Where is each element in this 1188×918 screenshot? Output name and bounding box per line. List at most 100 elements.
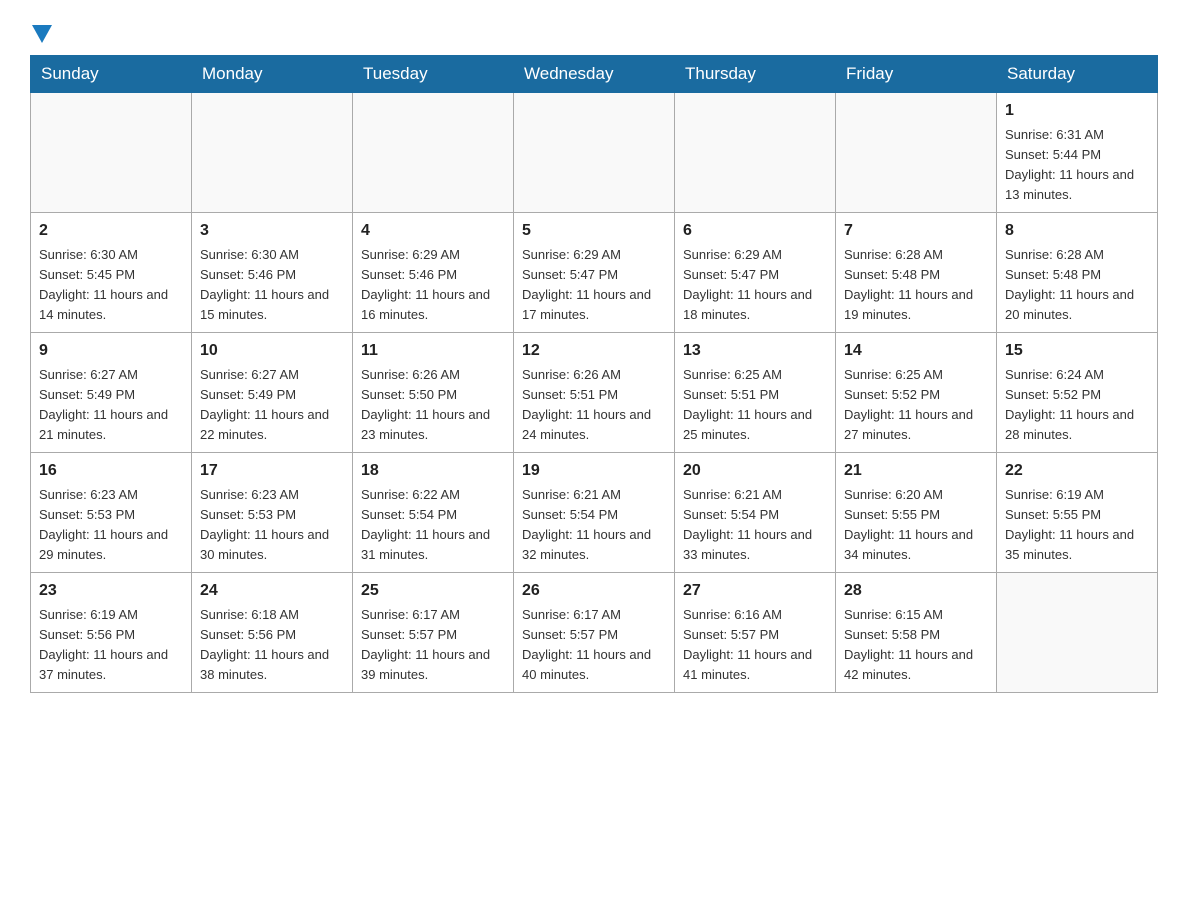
day-number: 10: [200, 339, 344, 363]
logo: [30, 20, 52, 45]
day-number: 9: [39, 339, 183, 363]
day-info: Sunrise: 6:15 AM Sunset: 5:58 PM Dayligh…: [844, 605, 988, 686]
calendar-cell: 13Sunrise: 6:25 AM Sunset: 5:51 PM Dayli…: [675, 333, 836, 453]
calendar-cell: 20Sunrise: 6:21 AM Sunset: 5:54 PM Dayli…: [675, 453, 836, 573]
day-number: 13: [683, 339, 827, 363]
calendar-cell: [192, 93, 353, 213]
weekday-header-tuesday: Tuesday: [353, 56, 514, 93]
calendar-cell: 27Sunrise: 6:16 AM Sunset: 5:57 PM Dayli…: [675, 573, 836, 693]
day-number: 22: [1005, 459, 1149, 483]
weekday-header-saturday: Saturday: [997, 56, 1158, 93]
calendar-cell: 14Sunrise: 6:25 AM Sunset: 5:52 PM Dayli…: [836, 333, 997, 453]
calendar-cell: [353, 93, 514, 213]
day-number: 18: [361, 459, 505, 483]
calendar-cell: 2Sunrise: 6:30 AM Sunset: 5:45 PM Daylig…: [31, 213, 192, 333]
calendar-cell: 24Sunrise: 6:18 AM Sunset: 5:56 PM Dayli…: [192, 573, 353, 693]
weekday-header-sunday: Sunday: [31, 56, 192, 93]
day-number: 21: [844, 459, 988, 483]
day-number: 26: [522, 579, 666, 603]
day-number: 27: [683, 579, 827, 603]
day-info: Sunrise: 6:17 AM Sunset: 5:57 PM Dayligh…: [361, 605, 505, 686]
calendar-cell: 3Sunrise: 6:30 AM Sunset: 5:46 PM Daylig…: [192, 213, 353, 333]
day-info: Sunrise: 6:29 AM Sunset: 5:47 PM Dayligh…: [683, 245, 827, 326]
weekday-header-monday: Monday: [192, 56, 353, 93]
calendar-cell: 5Sunrise: 6:29 AM Sunset: 5:47 PM Daylig…: [514, 213, 675, 333]
day-number: 4: [361, 219, 505, 243]
day-info: Sunrise: 6:27 AM Sunset: 5:49 PM Dayligh…: [39, 365, 183, 446]
calendar-cell: [31, 93, 192, 213]
calendar-cell: 17Sunrise: 6:23 AM Sunset: 5:53 PM Dayli…: [192, 453, 353, 573]
logo-blue-part: [30, 25, 52, 45]
logo-triangle-icon: [32, 25, 52, 43]
calendar-cell: 23Sunrise: 6:19 AM Sunset: 5:56 PM Dayli…: [31, 573, 192, 693]
day-info: Sunrise: 6:25 AM Sunset: 5:52 PM Dayligh…: [844, 365, 988, 446]
day-info: Sunrise: 6:30 AM Sunset: 5:46 PM Dayligh…: [200, 245, 344, 326]
calendar-week-row: 16Sunrise: 6:23 AM Sunset: 5:53 PM Dayli…: [31, 453, 1158, 573]
day-info: Sunrise: 6:26 AM Sunset: 5:50 PM Dayligh…: [361, 365, 505, 446]
calendar-cell: 25Sunrise: 6:17 AM Sunset: 5:57 PM Dayli…: [353, 573, 514, 693]
day-number: 16: [39, 459, 183, 483]
calendar-cell: 8Sunrise: 6:28 AM Sunset: 5:48 PM Daylig…: [997, 213, 1158, 333]
day-info: Sunrise: 6:16 AM Sunset: 5:57 PM Dayligh…: [683, 605, 827, 686]
calendar-table: SundayMondayTuesdayWednesdayThursdayFrid…: [30, 55, 1158, 693]
calendar-cell: 15Sunrise: 6:24 AM Sunset: 5:52 PM Dayli…: [997, 333, 1158, 453]
day-number: 7: [844, 219, 988, 243]
calendar-cell: 10Sunrise: 6:27 AM Sunset: 5:49 PM Dayli…: [192, 333, 353, 453]
calendar-cell: [514, 93, 675, 213]
day-info: Sunrise: 6:29 AM Sunset: 5:47 PM Dayligh…: [522, 245, 666, 326]
day-info: Sunrise: 6:21 AM Sunset: 5:54 PM Dayligh…: [522, 485, 666, 566]
day-number: 23: [39, 579, 183, 603]
day-info: Sunrise: 6:19 AM Sunset: 5:56 PM Dayligh…: [39, 605, 183, 686]
day-info: Sunrise: 6:27 AM Sunset: 5:49 PM Dayligh…: [200, 365, 344, 446]
day-number: 6: [683, 219, 827, 243]
calendar-cell: 19Sunrise: 6:21 AM Sunset: 5:54 PM Dayli…: [514, 453, 675, 573]
calendar-cell: [675, 93, 836, 213]
calendar-cell: 1Sunrise: 6:31 AM Sunset: 5:44 PM Daylig…: [997, 93, 1158, 213]
day-number: 5: [522, 219, 666, 243]
calendar-cell: 9Sunrise: 6:27 AM Sunset: 5:49 PM Daylig…: [31, 333, 192, 453]
day-number: 17: [200, 459, 344, 483]
page-header: [30, 20, 1158, 45]
weekday-header-friday: Friday: [836, 56, 997, 93]
day-info: Sunrise: 6:21 AM Sunset: 5:54 PM Dayligh…: [683, 485, 827, 566]
day-info: Sunrise: 6:30 AM Sunset: 5:45 PM Dayligh…: [39, 245, 183, 326]
day-info: Sunrise: 6:20 AM Sunset: 5:55 PM Dayligh…: [844, 485, 988, 566]
day-number: 11: [361, 339, 505, 363]
day-info: Sunrise: 6:25 AM Sunset: 5:51 PM Dayligh…: [683, 365, 827, 446]
day-info: Sunrise: 6:18 AM Sunset: 5:56 PM Dayligh…: [200, 605, 344, 686]
day-number: 24: [200, 579, 344, 603]
day-info: Sunrise: 6:22 AM Sunset: 5:54 PM Dayligh…: [361, 485, 505, 566]
day-info: Sunrise: 6:23 AM Sunset: 5:53 PM Dayligh…: [200, 485, 344, 566]
day-number: 2: [39, 219, 183, 243]
day-number: 20: [683, 459, 827, 483]
day-number: 15: [1005, 339, 1149, 363]
day-info: Sunrise: 6:28 AM Sunset: 5:48 PM Dayligh…: [844, 245, 988, 326]
day-info: Sunrise: 6:23 AM Sunset: 5:53 PM Dayligh…: [39, 485, 183, 566]
day-number: 25: [361, 579, 505, 603]
calendar-cell: 18Sunrise: 6:22 AM Sunset: 5:54 PM Dayli…: [353, 453, 514, 573]
day-number: 3: [200, 219, 344, 243]
weekday-header-thursday: Thursday: [675, 56, 836, 93]
day-info: Sunrise: 6:29 AM Sunset: 5:46 PM Dayligh…: [361, 245, 505, 326]
calendar-cell: 22Sunrise: 6:19 AM Sunset: 5:55 PM Dayli…: [997, 453, 1158, 573]
calendar-header-row: SundayMondayTuesdayWednesdayThursdayFrid…: [31, 56, 1158, 93]
calendar-week-row: 9Sunrise: 6:27 AM Sunset: 5:49 PM Daylig…: [31, 333, 1158, 453]
day-number: 1: [1005, 99, 1149, 123]
day-info: Sunrise: 6:28 AM Sunset: 5:48 PM Dayligh…: [1005, 245, 1149, 326]
calendar-cell: 7Sunrise: 6:28 AM Sunset: 5:48 PM Daylig…: [836, 213, 997, 333]
calendar-week-row: 2Sunrise: 6:30 AM Sunset: 5:45 PM Daylig…: [31, 213, 1158, 333]
calendar-cell: [997, 573, 1158, 693]
day-info: Sunrise: 6:17 AM Sunset: 5:57 PM Dayligh…: [522, 605, 666, 686]
calendar-week-row: 1Sunrise: 6:31 AM Sunset: 5:44 PM Daylig…: [31, 93, 1158, 213]
calendar-cell: [836, 93, 997, 213]
day-number: 14: [844, 339, 988, 363]
day-number: 28: [844, 579, 988, 603]
calendar-cell: 11Sunrise: 6:26 AM Sunset: 5:50 PM Dayli…: [353, 333, 514, 453]
day-info: Sunrise: 6:19 AM Sunset: 5:55 PM Dayligh…: [1005, 485, 1149, 566]
day-info: Sunrise: 6:26 AM Sunset: 5:51 PM Dayligh…: [522, 365, 666, 446]
weekday-header-wednesday: Wednesday: [514, 56, 675, 93]
calendar-cell: 6Sunrise: 6:29 AM Sunset: 5:47 PM Daylig…: [675, 213, 836, 333]
day-info: Sunrise: 6:24 AM Sunset: 5:52 PM Dayligh…: [1005, 365, 1149, 446]
calendar-cell: 28Sunrise: 6:15 AM Sunset: 5:58 PM Dayli…: [836, 573, 997, 693]
calendar-cell: 4Sunrise: 6:29 AM Sunset: 5:46 PM Daylig…: [353, 213, 514, 333]
